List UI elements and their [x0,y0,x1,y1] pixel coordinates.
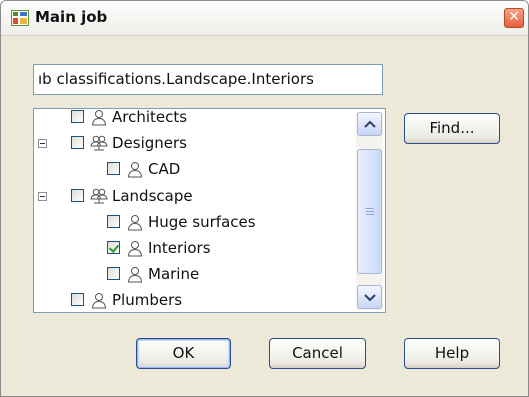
tree-item-label: Landscape [112,187,193,205]
cancel-button[interactable]: Cancel [269,338,366,369]
grip-line [366,208,374,209]
checkbox[interactable] [107,267,120,280]
tree-item-interiors[interactable]: Interiors [34,236,354,260]
person-icon [91,110,107,126]
group-icon [90,188,108,204]
group-icon [90,135,108,151]
tree-item-designers[interactable]: Designers [34,131,354,155]
checkbox[interactable] [107,162,120,175]
chevron-down-icon [364,294,376,302]
tree-item-architects[interactable]: Architects [34,108,354,129]
classification-tree[interactable]: Architects Designers CAD Landscape Huge … [33,108,386,313]
window-title: Main job [35,8,108,26]
tree-item-landscape[interactable]: Landscape [34,184,354,208]
scroll-thumb[interactable] [357,149,382,274]
tree-item-label: CAD [148,160,181,178]
chevron-up-icon [364,120,376,128]
checkbox[interactable] [71,189,84,202]
person-icon [91,293,107,309]
tree-item-label: Interiors [148,239,211,257]
scroll-up-button[interactable] [357,112,382,136]
classification-path-field[interactable]: ıb classifications.Landscape.Interiors [33,64,383,95]
find-button[interactable]: Find... [404,113,500,144]
grip-line [366,214,374,215]
checkbox-checked[interactable] [107,241,120,254]
checkbox[interactable] [71,136,84,149]
scroll-down-button[interactable] [357,285,382,309]
person-icon [127,241,143,257]
tree-item-label: Architects [112,108,188,126]
tree-item-huge-surfaces[interactable]: Huge surfaces [34,210,354,234]
tree-item-marine[interactable]: Marine [34,262,354,286]
person-icon [127,267,143,283]
tree-scrollbar[interactable] [356,112,383,310]
tree-item-cad[interactable]: CAD [34,157,354,181]
checkbox[interactable] [107,215,120,228]
checkbox[interactable] [71,110,84,123]
checkbox[interactable] [71,293,84,306]
collapse-icon[interactable] [38,192,47,201]
tree-item-label: Plumbers [112,291,183,309]
tree-item-label: Marine [148,265,200,283]
tree-item-label: Huge surfaces [148,213,256,231]
classification-tree-icon [11,10,29,26]
person-icon [127,215,143,231]
title-bar[interactable]: Main job ✕ [1,1,528,36]
tree-item-plumbers[interactable]: Plumbers [34,288,354,312]
tree-item-label: Designers [112,134,187,152]
ok-button[interactable]: OK [136,338,231,369]
main-job-dialog: Main job ✕ ıb classifications.Landscape.… [0,0,529,397]
person-icon [127,162,143,178]
help-button[interactable]: Help [404,338,500,369]
collapse-icon[interactable] [38,139,47,148]
close-button[interactable]: ✕ [504,8,524,28]
close-icon: ✕ [508,9,520,25]
grip-line [366,211,374,212]
